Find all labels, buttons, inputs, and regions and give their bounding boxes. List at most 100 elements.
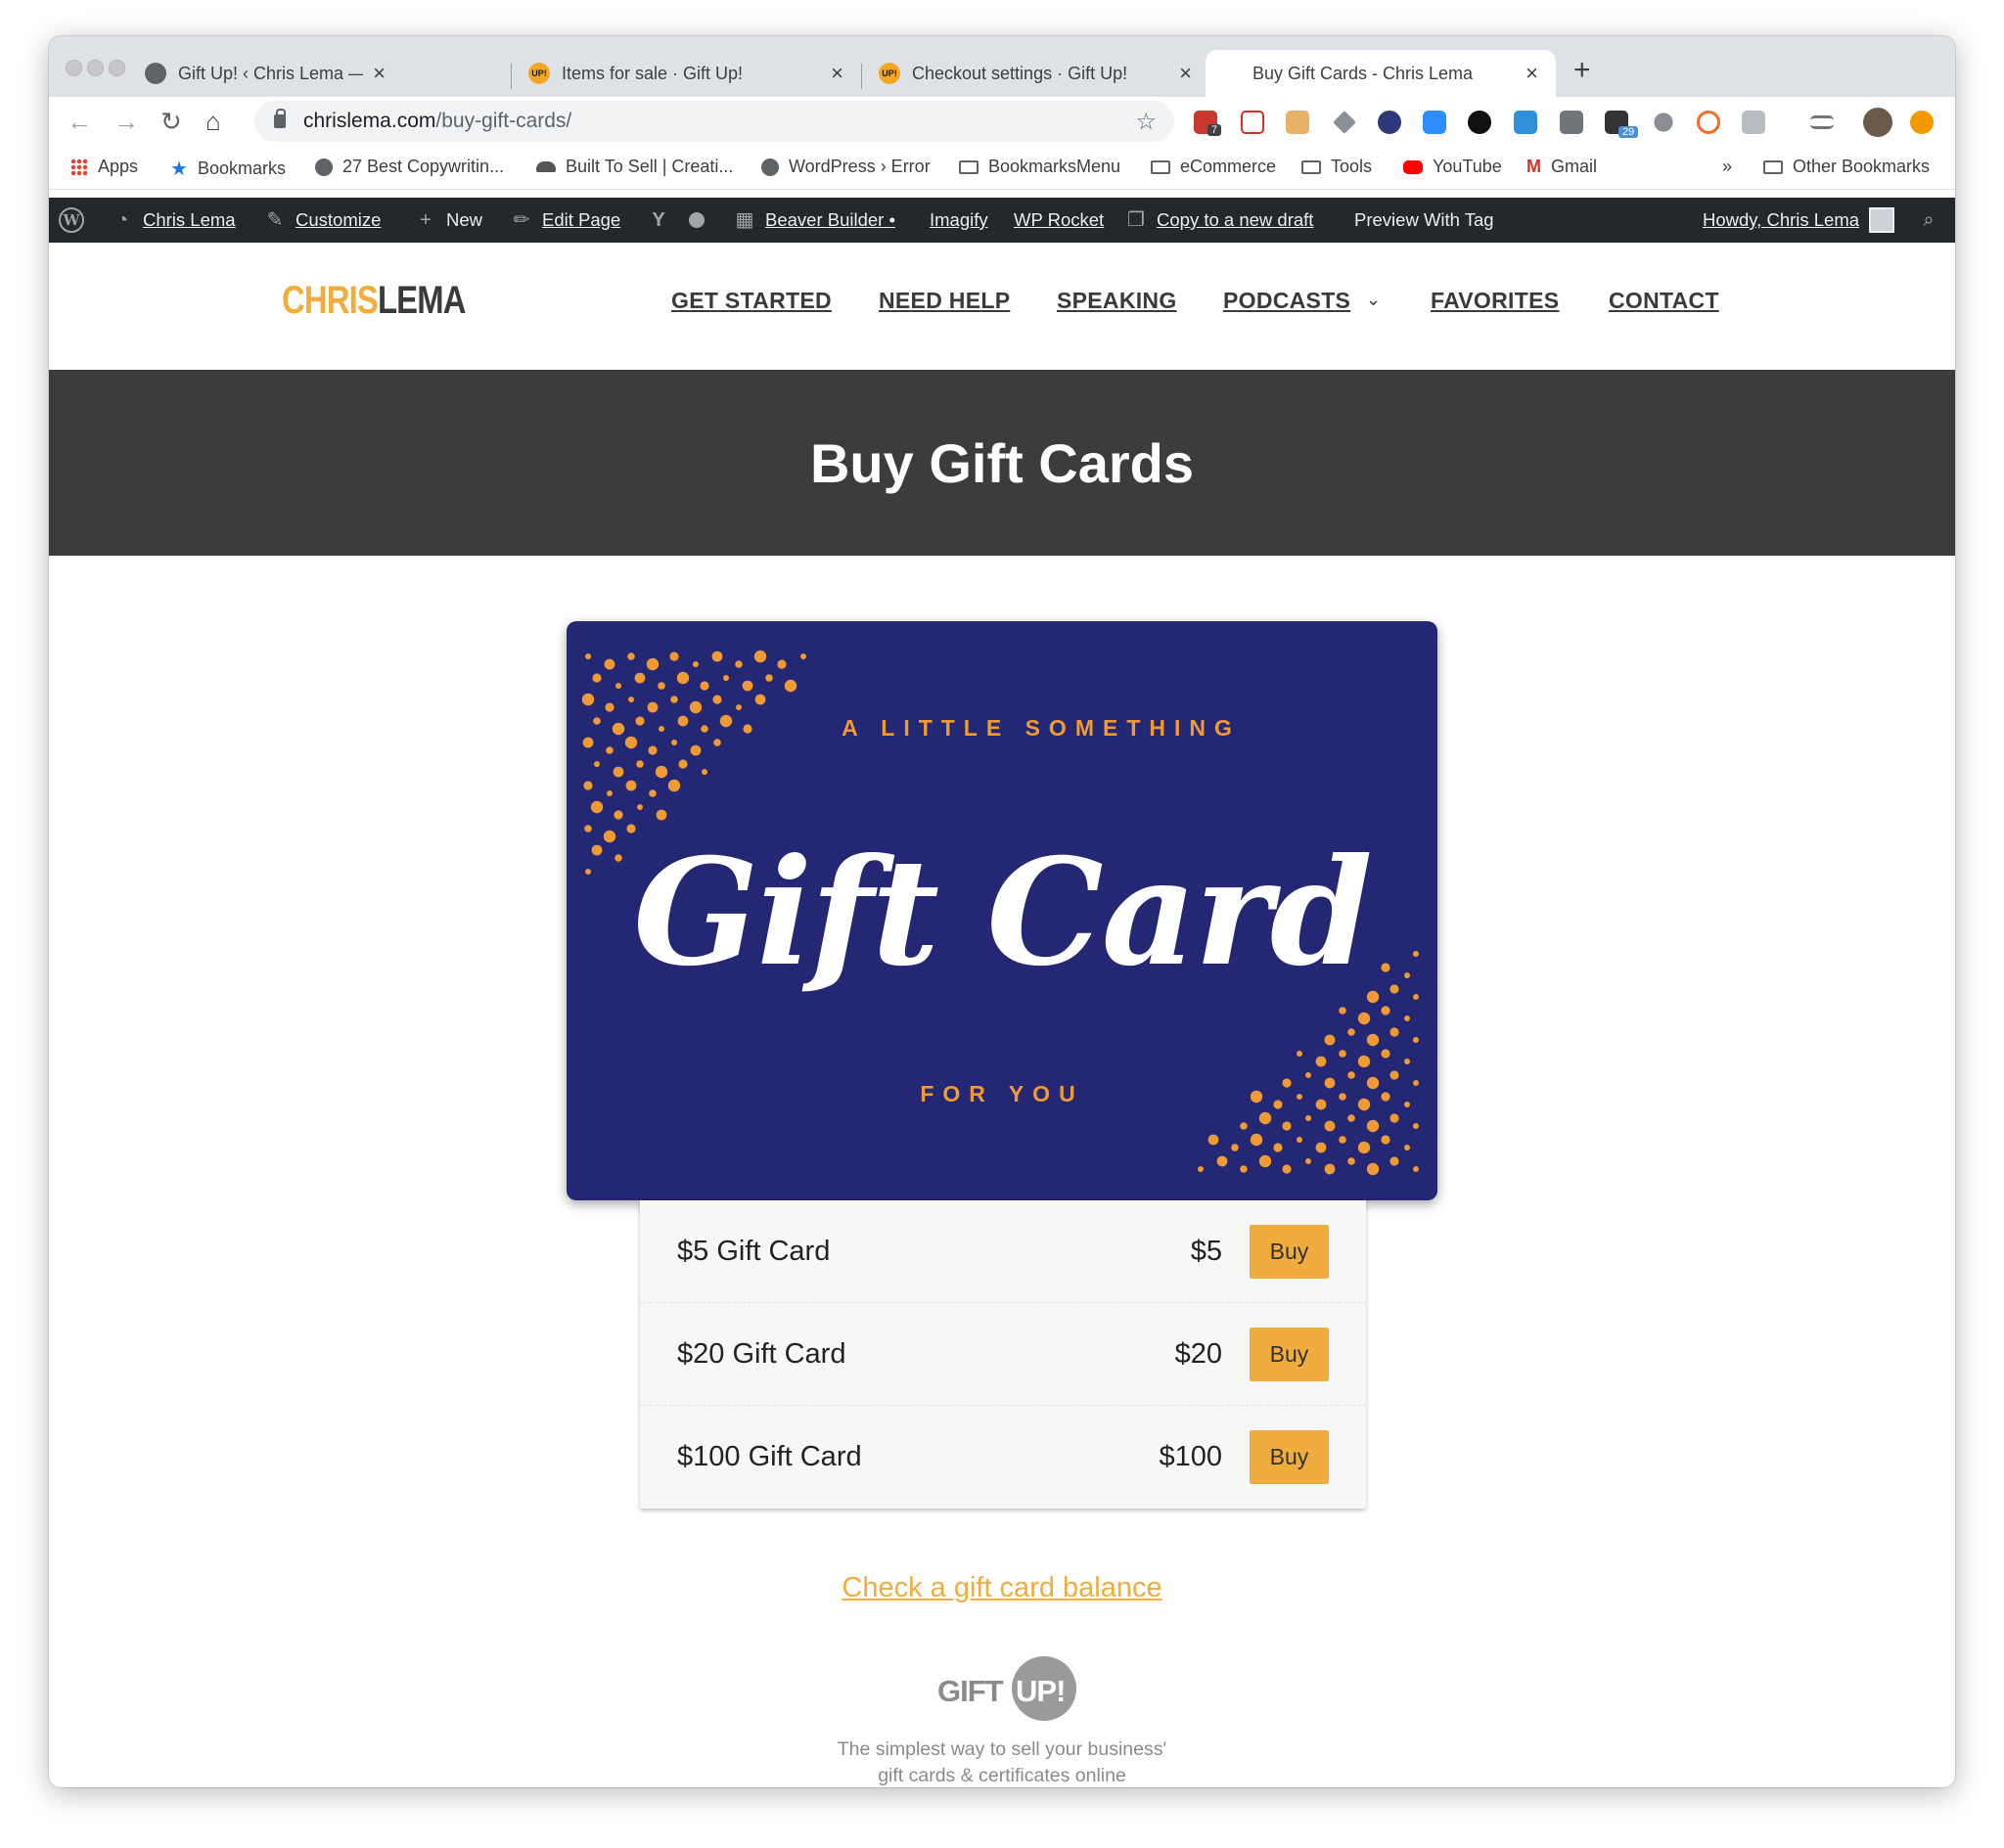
bookmark-tools[interactable]: Tools <box>1301 157 1372 177</box>
decor-dot <box>1404 1015 1410 1021</box>
close-tab-icon[interactable]: × <box>1179 63 1192 84</box>
nav-speaking[interactable]: SPEAKING <box>1057 288 1177 314</box>
decor-dot <box>765 674 773 682</box>
admin-preview-link[interactable]: Preview With Tag <box>1354 198 1494 243</box>
bookmark-star-icon[interactable]: ☆ <box>1135 108 1157 136</box>
bookmark-built-to-sell[interactable]: Built To Sell | Creati... <box>536 157 733 177</box>
bookmark-apps[interactable]: Apps <box>70 157 138 177</box>
admin-howdy-link[interactable]: Howdy, Chris Lema <box>1703 198 1895 243</box>
decor-dot <box>613 766 624 778</box>
forward-icon[interactable]: → <box>114 105 139 138</box>
seo-status-dot[interactable] <box>689 198 705 243</box>
tab-buy-gift-cards[interactable]: Buy Gift Cards - Chris Lema × <box>1206 50 1556 97</box>
yoast-icon[interactable]: Y <box>648 198 679 243</box>
admin-site-link[interactable]: ◔ Chris Lema <box>112 198 236 243</box>
extension-icon[interactable] <box>1697 111 1720 134</box>
address-bar[interactable]: chrislema.com/buy-gift-cards/ ☆ <box>254 101 1174 142</box>
decor-dot <box>648 745 658 755</box>
decor-dot <box>1389 1027 1399 1037</box>
bookmark-wordpress-error[interactable]: WordPress › Error <box>761 157 931 177</box>
decor-dot <box>1404 1145 1410 1150</box>
admin-search-icon[interactable]: ⌕ <box>1918 198 1939 243</box>
nav-get-started[interactable]: GET STARTED <box>671 288 832 314</box>
product-price: $100 <box>1159 1441 1222 1472</box>
bookmarks-overflow-button[interactable]: » <box>1722 157 1732 177</box>
other-bookmarks[interactable]: Other Bookmarks <box>1763 157 1930 177</box>
decor-dot <box>636 760 644 768</box>
admin-copy-draft-link[interactable]: ❐ Copy to a new draft <box>1125 198 1313 243</box>
tab-items-for-sale[interactable]: UP! Items for sale · Gift Up! × <box>511 50 861 97</box>
decor-dot <box>581 693 595 706</box>
buy-button[interactable]: Buy <box>1250 1430 1329 1484</box>
admin-new-link[interactable]: + New <box>415 198 482 243</box>
giftup-icon: UP! <box>879 63 900 84</box>
extension-icon[interactable] <box>1742 111 1765 134</box>
extension-icon[interactable] <box>1286 111 1309 134</box>
close-tab-icon[interactable]: × <box>1526 63 1538 84</box>
globe-icon <box>315 158 333 176</box>
gift-card-bottom-text: FOR YOU <box>920 1081 1084 1106</box>
extension-icon[interactable] <box>1514 111 1537 134</box>
giftup-logo[interactable]: GIFT UP! <box>930 1650 1086 1724</box>
tab-checkout-settings[interactable]: UP! Checkout settings · Gift Up! × <box>861 50 1209 97</box>
decor-dot <box>647 701 659 713</box>
decor-dot <box>1366 1162 1380 1176</box>
decor-dot <box>1381 1006 1390 1015</box>
admin-imagify-link[interactable]: Imagify <box>930 198 988 243</box>
nav-need-help[interactable]: NEED HELP <box>879 288 1010 314</box>
profile-avatar[interactable] <box>1863 108 1892 137</box>
extension-icon[interactable] <box>1560 111 1583 134</box>
admin-beaver-builder-link[interactable]: ▦ Beaver Builder • <box>734 198 895 243</box>
extension-icon[interactable] <box>1378 111 1401 134</box>
decor-dot <box>1258 1154 1272 1168</box>
product-row: $100 Gift Card $100 Buy <box>640 1406 1366 1509</box>
decor-dot <box>1207 1134 1219 1146</box>
bookmark-youtube[interactable]: YouTube <box>1403 157 1502 177</box>
decor-dot <box>646 657 660 671</box>
bookmark-copywriting[interactable]: 27 Best Copywritin... <box>315 157 504 177</box>
decor-dot <box>1305 1158 1311 1164</box>
admin-customize-link[interactable]: ✎ Customize <box>264 198 382 243</box>
reload-icon[interactable]: ↻ <box>160 105 182 138</box>
zoom-window-button[interactable] <box>109 60 125 76</box>
zoom-icon[interactable] <box>1423 111 1446 134</box>
home-icon[interactable]: ⌂ <box>205 105 221 138</box>
layout-icon: ▦ <box>735 209 754 231</box>
folder-icon <box>959 159 979 174</box>
close-tab-icon[interactable]: × <box>373 63 386 84</box>
close-window-button[interactable] <box>66 60 82 76</box>
site-logo[interactable]: CHRISLEMA <box>282 279 466 323</box>
new-tab-button[interactable]: + <box>1573 56 1591 85</box>
back-icon[interactable]: ← <box>67 105 92 138</box>
wordpress-logo-icon[interactable]: W <box>59 198 84 243</box>
bookmark-bookmarksmenu[interactable]: BookmarksMenu <box>959 157 1120 177</box>
chevron-down-icon[interactable]: ⌄ <box>1366 290 1381 310</box>
close-tab-icon[interactable]: × <box>831 63 843 84</box>
tab-gift-up-wordpress[interactable]: Gift Up! ‹ Chris Lema — WordPress × <box>127 50 403 97</box>
minimize-window-button[interactable] <box>87 60 104 76</box>
decor-dot <box>1339 1050 1346 1058</box>
bookmark-bookmarks[interactable]: ★ Bookmarks <box>170 157 286 181</box>
product-price: $5 <box>1190 1235 1222 1267</box>
extension-icon[interactable] <box>1654 113 1673 132</box>
gmail-extension-icon[interactable] <box>1241 111 1264 134</box>
extension-icon[interactable] <box>1468 111 1491 134</box>
bookmark-gmail[interactable]: M Gmail <box>1526 157 1597 177</box>
nav-favorites[interactable]: FAVORITES <box>1431 288 1559 314</box>
reading-list-icon[interactable] <box>1810 115 1834 129</box>
admin-edit-page-link[interactable]: ✏ Edit Page <box>511 198 621 243</box>
nav-podcasts[interactable]: PODCASTS <box>1223 288 1350 314</box>
decor-dot <box>800 654 806 659</box>
buy-button[interactable]: Buy <box>1250 1327 1329 1381</box>
check-balance-link[interactable]: Check a gift card balance <box>842 1572 1161 1603</box>
admin-wp-rocket-link[interactable]: WP Rocket <box>1014 198 1104 243</box>
buy-button[interactable]: Buy <box>1250 1224 1329 1279</box>
bookmark-ecommerce[interactable]: eCommerce <box>1151 157 1276 177</box>
update-icon[interactable] <box>1910 111 1934 134</box>
product-name: $5 Gift Card <box>677 1235 831 1267</box>
nav-contact[interactable]: CONTACT <box>1609 288 1719 314</box>
decor-dot <box>1240 1165 1248 1173</box>
dropbox-icon[interactable] <box>1333 111 1356 134</box>
decor-dot <box>1240 1122 1248 1130</box>
decor-dot <box>1389 1070 1399 1080</box>
